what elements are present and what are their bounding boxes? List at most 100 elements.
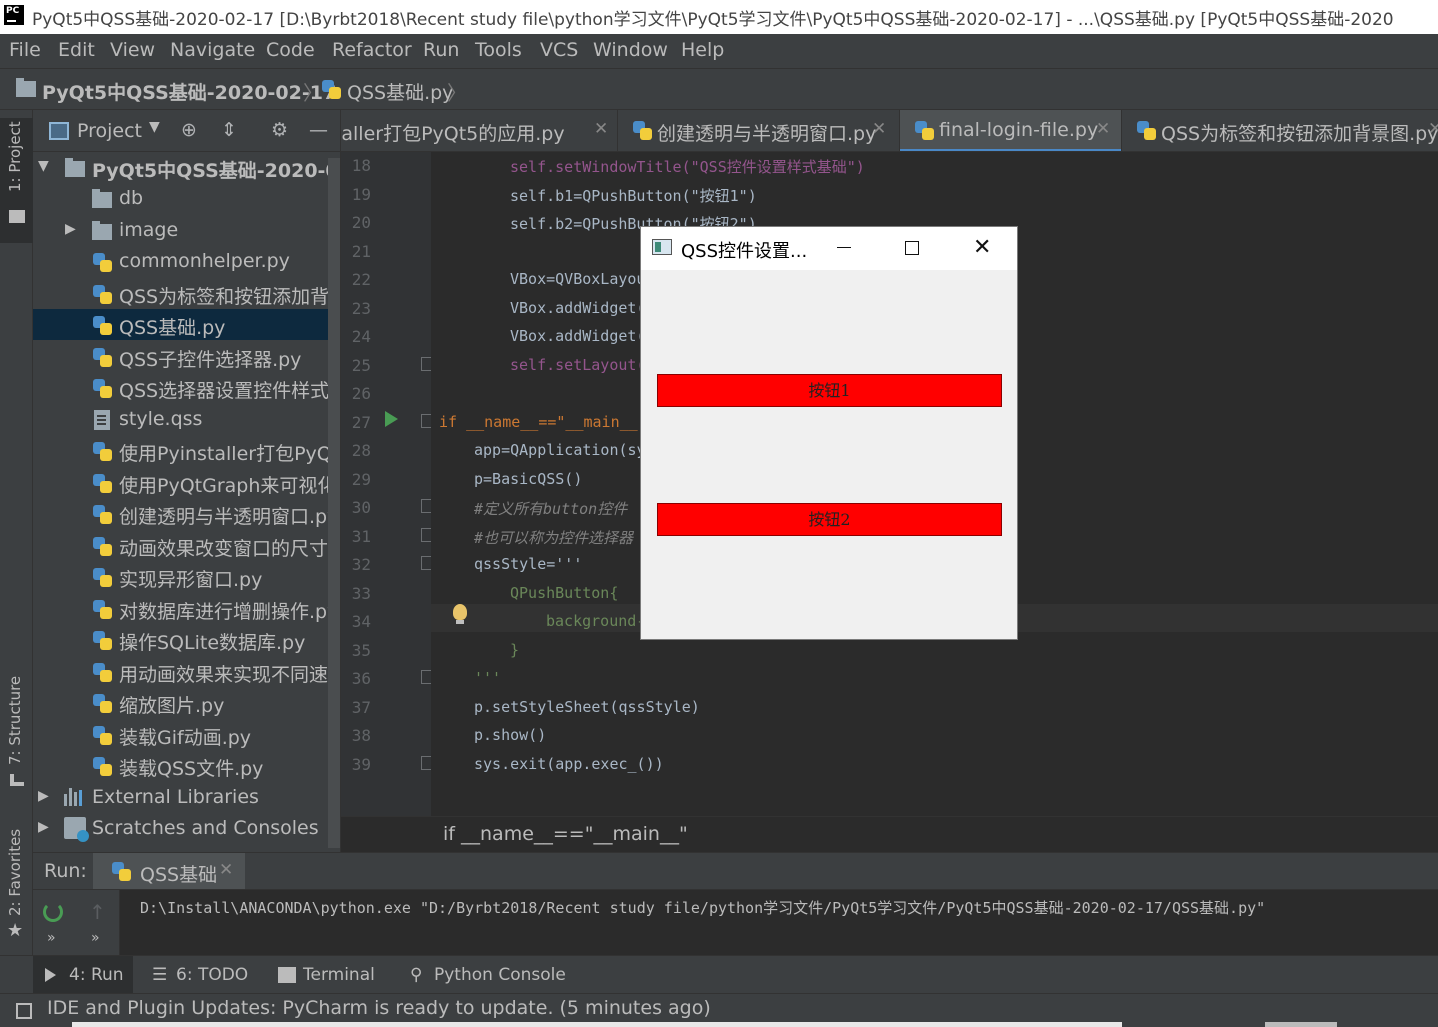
status-message[interactable]: IDE and Plugin Updates: PyCharm is ready…: [47, 997, 711, 1019]
close-icon[interactable]: ✕: [219, 860, 233, 880]
tool-run[interactable]: 4: Run: [33, 956, 133, 994]
editor-tab-active[interactable]: final-login-file.py ✕: [900, 110, 1122, 151]
chevron-right-icon: 〉: [303, 81, 323, 105]
qt-window-title-bar[interactable]: QSS控件设置... ✕: [641, 227, 1017, 270]
editor-tab[interactable]: QSS为标签和按钮添加背景图.py ✕: [1122, 110, 1438, 151]
expand-arrow-icon[interactable]: ▶: [65, 221, 76, 237]
run-console-output[interactable]: D:\Install\ANACONDA\python.exe "D:/Byrbt…: [120, 890, 1438, 955]
structure-stripe-label[interactable]: 7: Structure: [6, 676, 24, 765]
close-icon[interactable]: ✕: [872, 119, 886, 139]
tree-file[interactable]: 动画效果改变窗口的尺寸.py: [33, 530, 340, 561]
tree-external-libraries[interactable]: ▶ External Libraries: [33, 782, 340, 813]
line-number: 29: [351, 470, 371, 489]
hide-icon[interactable]: —: [309, 119, 328, 141]
qt-button-2[interactable]: 按钮2: [657, 503, 1002, 536]
menu-code[interactable]: Code: [266, 39, 315, 61]
tree-folder-db[interactable]: db: [33, 183, 340, 214]
tool-python-console[interactable]: ⚲ Python Console: [400, 956, 580, 994]
tree-item-label: db: [119, 187, 144, 209]
tree-file[interactable]: 对数据库进行增删操作.py: [33, 593, 340, 624]
editor-tab-label: 创建透明与半透明窗口.py: [657, 123, 877, 145]
maximize-icon[interactable]: [905, 241, 919, 255]
tool-terminal[interactable]: Terminal: [268, 956, 392, 994]
python-file-icon: [92, 693, 114, 715]
tree-file[interactable]: 用动画效果来实现不同速度移动.py: [33, 656, 340, 687]
gear-icon[interactable]: ⚙: [271, 119, 288, 141]
run-config-tab[interactable]: QSS基础 ✕: [93, 853, 245, 889]
code-line: sys.exit(app.exec_()): [474, 755, 664, 773]
project-view-selector[interactable]: Project: [77, 120, 142, 142]
more-actions-icon[interactable]: »: [47, 930, 56, 946]
breadcrumb-project[interactable]: PyQt5中QSS基础-2020-02-17: [42, 78, 336, 105]
locate-icon[interactable]: ⊕: [181, 119, 197, 141]
editor-tab-label: 使用Pyinstaller打包PyQt5的应用.py: [341, 123, 565, 145]
menu-vcs[interactable]: VCS: [540, 39, 578, 61]
tree-file[interactable]: 使用Pyinstaller打包PyQt5的应用.py: [33, 435, 340, 466]
tree-file[interactable]: 实现异形窗口.py: [33, 561, 340, 592]
expand-arrow-icon[interactable]: ▼: [38, 158, 49, 174]
expand-arrow-icon[interactable]: ▶: [38, 788, 49, 804]
tree-file[interactable]: 装载QSS文件.py: [33, 750, 340, 781]
arrow-up-icon[interactable]: ↑: [89, 900, 106, 924]
python-file-icon: [92, 599, 114, 621]
expand-arrow-icon[interactable]: ▶: [38, 819, 49, 835]
chevron-right-icon: 〉: [447, 81, 467, 105]
tree-scratches[interactable]: ▶ Scratches and Consoles: [33, 813, 340, 844]
menu-run[interactable]: Run: [423, 39, 459, 61]
lightbulb-icon[interactable]: [453, 604, 467, 624]
tool-window-toggle-icon[interactable]: [16, 1003, 32, 1019]
more-actions-icon[interactable]: »: [91, 930, 100, 946]
tree-folder-image[interactable]: ▶ image: [33, 215, 340, 246]
close-icon[interactable]: ✕: [1096, 119, 1110, 139]
tree-file[interactable]: QSS选择器设置控件样式.py: [33, 372, 340, 403]
line-number: 39: [351, 755, 371, 774]
breadcrumb-file[interactable]: QSS基础.py: [347, 78, 453, 105]
caret-down-icon[interactable]: ▼: [149, 119, 160, 135]
tree-file[interactable]: 操作SQLite数据库.py: [33, 624, 340, 655]
menu-view[interactable]: View: [110, 39, 155, 61]
qt-button-1[interactable]: 按钮1: [657, 374, 1002, 407]
tree-file[interactable]: 装载Gif动画.py: [33, 719, 340, 750]
tree-root-folder[interactable]: ▼ PyQt5中QSS基础-2020-02-17: [33, 152, 340, 183]
window-title-bar: PC PyQt5中QSS基础-2020-02-17 [D:\Byrbt2018\…: [0, 0, 1438, 34]
menu-edit[interactable]: Edit: [58, 39, 95, 61]
tree-file[interactable]: commonhelper.py: [33, 246, 340, 277]
favorites-stripe-label[interactable]: 2: Favorites: [6, 829, 24, 916]
collapse-all-icon[interactable]: ⇕: [221, 119, 237, 141]
terminal-icon: [278, 967, 296, 983]
tree-file[interactable]: QSS子控件选择器.py: [33, 341, 340, 372]
project-scrollbar[interactable]: [328, 158, 340, 848]
close-icon[interactable]: ✕: [594, 119, 608, 139]
tree-file[interactable]: 创建透明与半透明窗口.py: [33, 498, 340, 529]
line-number: 32: [351, 555, 371, 574]
python-file-icon: [1136, 120, 1158, 142]
python-file-icon: [321, 79, 343, 101]
menu-window[interactable]: Window: [593, 39, 668, 61]
run-tab-label: QSS基础: [140, 864, 218, 886]
line-number: 24: [351, 327, 371, 346]
menu-navigate[interactable]: Navigate: [170, 39, 255, 61]
breadcrumb-scope[interactable]: if __name__=="__main__": [443, 823, 688, 845]
line-number: 19: [351, 185, 371, 204]
editor-tab[interactable]: 创建透明与半透明窗口.py ✕: [618, 110, 900, 151]
project-stripe-label[interactable]: 1: Project: [6, 121, 24, 192]
editor-tab[interactable]: 使用Pyinstaller打包PyQt5的应用.py ✕: [341, 110, 618, 151]
tree-item-label: 缩放图片.py: [119, 695, 225, 717]
menu-file[interactable]: File: [9, 39, 41, 61]
tree-file[interactable]: 缩放图片.py: [33, 687, 340, 718]
run-gutter-icon[interactable]: [385, 411, 398, 427]
close-icon[interactable]: ✕: [1428, 119, 1438, 139]
tree-file[interactable]: style.qss: [33, 404, 340, 435]
close-icon[interactable]: ✕: [973, 235, 991, 260]
menu-refactor[interactable]: Refactor: [332, 39, 412, 61]
menu-tools[interactable]: Tools: [475, 39, 522, 61]
tool-todo[interactable]: ☰ 6: TODO: [140, 956, 260, 994]
rerun-icon[interactable]: [43, 902, 63, 922]
minimize-icon[interactable]: [837, 247, 851, 248]
menu-help[interactable]: Help: [681, 39, 724, 61]
scratches-icon: [64, 817, 89, 842]
tree-file-selected[interactable]: QSS基础.py: [33, 309, 340, 340]
tool-label: Terminal: [303, 965, 375, 985]
tree-file[interactable]: 使用PyQtGraph来可视化绘图.py: [33, 467, 340, 498]
tree-file[interactable]: QSS为标签和按钮添加背景图.py: [33, 278, 340, 309]
